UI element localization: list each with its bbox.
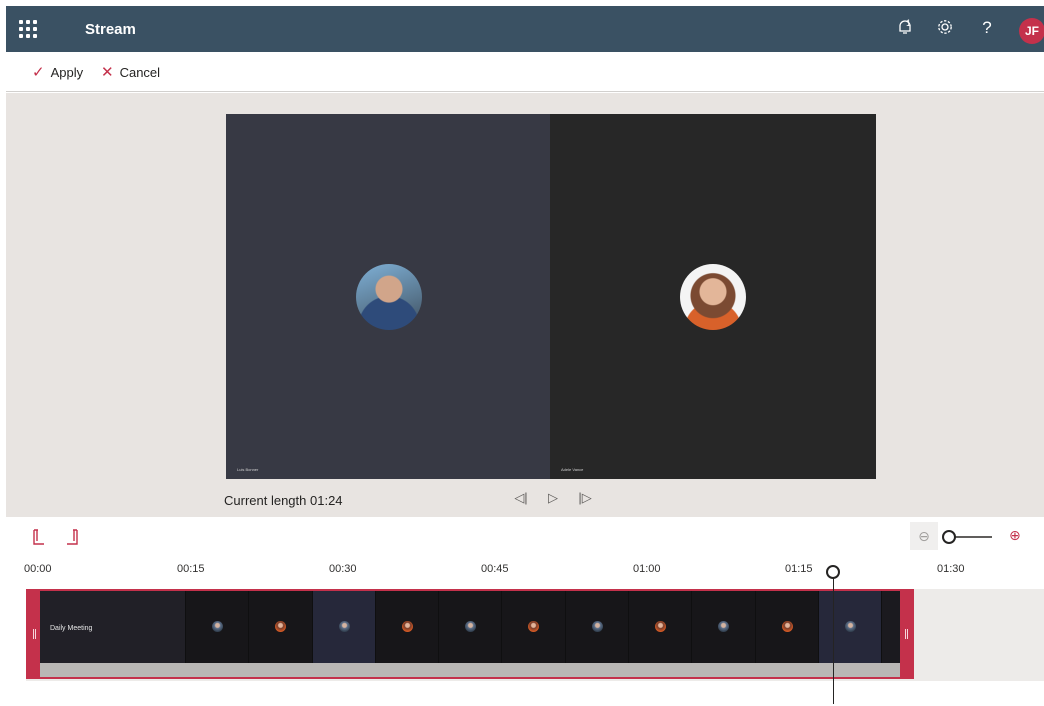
participant-pane-right: Adele Vance <box>550 114 876 479</box>
tick-label: 01:30 <box>937 563 965 575</box>
participant-thumbnail <box>212 621 223 632</box>
command-bar: ✓ Apply ✕ Cancel <box>6 52 1044 92</box>
zoom-slider-thumb[interactable] <box>942 530 956 544</box>
tick-label: 00:45 <box>481 563 509 575</box>
filmstrip-frame <box>818 591 883 663</box>
participant-thumbnail <box>465 621 477 632</box>
close-icon: ✕ <box>101 64 114 81</box>
trim-handle-end[interactable] <box>900 591 912 677</box>
filmstrip-frame <box>565 591 630 663</box>
checkmark-icon: ✓ <box>32 64 45 81</box>
filmstrip-frame: Daily Meeting <box>40 591 186 663</box>
first-frame-title: Daily Meeting <box>50 625 93 632</box>
filmstrip-frames: Daily Meeting <box>40 591 900 663</box>
playhead-line[interactable] <box>833 578 834 704</box>
app-title[interactable]: Stream <box>85 21 136 38</box>
video-filmstrip[interactable]: Daily Meeting <box>26 589 914 679</box>
filmstrip-frame <box>692 591 756 663</box>
zoom-slider-track[interactable] <box>950 536 992 538</box>
participant-avatar-2 <box>680 264 746 330</box>
tick-label: 01:00 <box>633 563 661 575</box>
playback-controls: ◁| ▷ |▷ <box>514 490 592 506</box>
participant-thumbnail <box>844 621 856 632</box>
filmstrip-frame <box>439 591 503 663</box>
playhead-handle[interactable] <box>826 565 840 579</box>
app-header: Stream 1 ? JF <box>6 6 1044 52</box>
filmstrip-frame <box>629 591 693 663</box>
filmstrip-frame <box>755 591 819 663</box>
filmstrip-frame <box>312 591 376 663</box>
trim-end-icon[interactable] <box>65 529 79 550</box>
trim-start-icon[interactable] <box>32 529 46 550</box>
video-preview[interactable]: Luis Bonner Adele Vance <box>226 114 876 479</box>
cancel-button[interactable]: ✕ Cancel <box>101 63 160 81</box>
user-avatar[interactable]: JF <box>1019 18 1044 44</box>
participant-thumbnail <box>655 621 667 632</box>
timeline-ruler: 00:00 00:15 00:30 00:45 01:00 01:15 01:3… <box>0 563 1044 579</box>
filmstrip-frame <box>502 591 566 663</box>
participant-name-2: Adele Vance <box>561 467 584 472</box>
zoom-out-icon[interactable]: ⊖ <box>910 522 938 550</box>
app-launcher-icon[interactable] <box>19 20 37 38</box>
notification-bell-icon[interactable]: 1 <box>894 18 916 40</box>
apply-label: Apply <box>50 64 84 80</box>
tick-label: 00:00 <box>24 563 52 575</box>
apply-button[interactable]: ✓ Apply <box>32 63 83 81</box>
participant-name-1: Luis Bonner <box>237 467 259 472</box>
audio-waveform-track <box>40 663 900 677</box>
tick-label: 00:15 <box>177 563 205 575</box>
participant-thumbnail <box>718 621 730 632</box>
settings-gear-icon[interactable] <box>934 18 956 40</box>
filmstrip-frame <box>186 591 250 663</box>
participant-avatar-1 <box>356 264 422 330</box>
current-length: Current length 01:24 <box>224 493 343 508</box>
participant-thumbnail <box>591 621 603 632</box>
tick-label: 00:30 <box>329 563 357 575</box>
filmstrip-frame <box>375 591 440 663</box>
trim-handle-start[interactable] <box>28 591 40 677</box>
participant-thumbnail <box>338 621 350 632</box>
notification-count: 1 <box>906 18 912 28</box>
filmstrip-frame <box>249 591 313 663</box>
cancel-label: Cancel <box>119 64 161 80</box>
zoom-in-icon[interactable]: ⊕ <box>1009 527 1021 544</box>
play-icon[interactable]: ▷ <box>546 490 560 506</box>
participant-thumbnail <box>275 621 287 632</box>
help-button[interactable]: ? <box>976 18 998 40</box>
participant-thumbnail <box>781 621 793 632</box>
next-frame-icon[interactable]: |▷ <box>578 490 592 506</box>
participant-thumbnail <box>528 621 540 632</box>
previous-frame-icon[interactable]: ◁| <box>514 490 528 506</box>
preview-stage: Luis Bonner Adele Vance Current length 0… <box>6 93 1044 517</box>
tick-label: 01:15 <box>785 563 813 575</box>
participant-thumbnail <box>401 621 413 632</box>
participant-pane-left: Luis Bonner <box>226 114 550 479</box>
